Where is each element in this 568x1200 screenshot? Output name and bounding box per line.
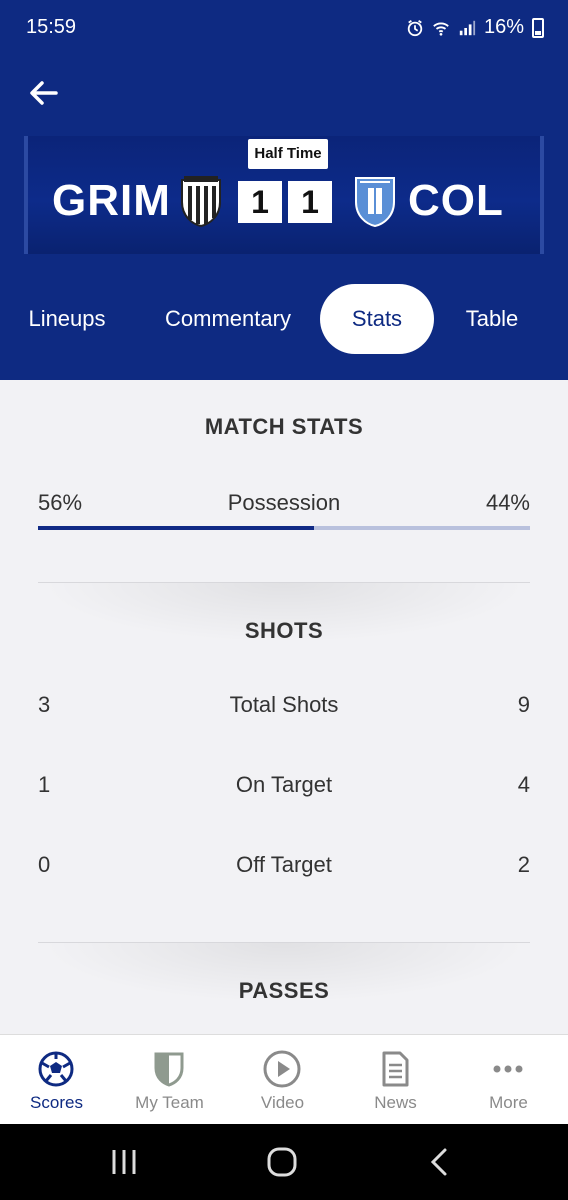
- stat-label: On Target: [235, 772, 333, 797]
- stat-away: 4: [517, 772, 530, 797]
- bottom-nav: Scores My Team Video News More: [0, 1034, 568, 1124]
- tab-lineups[interactable]: Lineups: [12, 284, 122, 354]
- home-score: 1: [238, 181, 282, 223]
- possession-home: 56%: [38, 490, 83, 515]
- wifi-icon: [433, 22, 449, 36]
- stats-content[interactable]: MATCH STATS Possession 56% 44% SHOTS Tot…: [0, 380, 568, 1034]
- home-team-crest-icon: [181, 176, 221, 228]
- stat-label: Off Target: [236, 852, 332, 877]
- possession-label: Possession: [227, 490, 341, 515]
- document-icon: [382, 1051, 409, 1087]
- stat-away: 2: [517, 852, 530, 877]
- shield-icon: [154, 1052, 184, 1087]
- away-score: 1: [288, 181, 332, 223]
- football-icon: [38, 1051, 74, 1087]
- match-stats-title: MATCH STATS: [204, 414, 364, 439]
- alarm-icon: [407, 19, 423, 36]
- tab-table[interactable]: Table: [446, 284, 538, 354]
- passes-title: PASSES: [238, 978, 330, 1003]
- possession-away: 44%: [485, 490, 530, 515]
- nav-label: News: [374, 1093, 417, 1112]
- status-icons: 16%: [406, 16, 544, 39]
- possession-bar-fill: [38, 526, 314, 530]
- away-team-abbr: COL: [408, 176, 504, 225]
- status-bar: 15:59 16%: [0, 0, 568, 58]
- recent-apps-icon[interactable]: [104, 1142, 144, 1182]
- home-icon[interactable]: [262, 1142, 302, 1182]
- stat-row-on-target: On Target 1 4: [38, 764, 530, 804]
- tab-commentary[interactable]: Commentary: [146, 284, 310, 354]
- back-arrow-icon[interactable]: [24, 74, 64, 114]
- nav-scores[interactable]: Scores: [0, 1035, 113, 1125]
- signal-icon: [459, 20, 476, 35]
- stat-away: 9: [517, 692, 530, 717]
- nav-news[interactable]: News: [339, 1035, 452, 1125]
- more-icon: [493, 1065, 523, 1073]
- battery-icon: [532, 17, 544, 38]
- nav-label: More: [489, 1093, 528, 1112]
- stat-home: 0: [38, 852, 51, 877]
- battery-percent: 16%: [483, 16, 524, 38]
- stat-home: 3: [38, 692, 51, 717]
- possession-row: Possession 56% 44%: [38, 486, 530, 518]
- home-team-abbr: GRIM: [52, 176, 171, 225]
- nav-label: My Team: [135, 1093, 204, 1112]
- score-card[interactable]: Half Time GRIM 1 1 COL: [24, 136, 544, 254]
- nav-label: Video: [260, 1093, 305, 1112]
- nav-label: Scores: [30, 1093, 83, 1112]
- play-icon: [263, 1050, 301, 1088]
- possession-bar: [38, 526, 530, 530]
- away-team-crest-icon: [355, 177, 395, 228]
- nav-video[interactable]: Video: [226, 1035, 339, 1125]
- stat-home: 1: [38, 772, 51, 797]
- match-status-badge: Half Time: [248, 139, 328, 169]
- stat-row-off-target: Off Target 0 2: [38, 844, 530, 884]
- nav-more[interactable]: More: [452, 1035, 565, 1125]
- system-navigation-bar: [0, 1124, 568, 1200]
- status-time: 15:59: [26, 16, 77, 38]
- tab-stats[interactable]: Stats: [320, 284, 434, 354]
- match-tabs: Lineups Commentary Stats Table: [0, 280, 568, 356]
- back-icon[interactable]: [420, 1142, 460, 1182]
- nav-my-team[interactable]: My Team: [113, 1035, 226, 1125]
- header: 15:59 16% Half Time GRIM 1 1 COL Lineups…: [0, 0, 568, 380]
- stat-row-total-shots: Total Shots 3 9: [38, 684, 530, 724]
- shots-title: SHOTS: [244, 618, 324, 643]
- stat-label: Total Shots: [229, 692, 339, 717]
